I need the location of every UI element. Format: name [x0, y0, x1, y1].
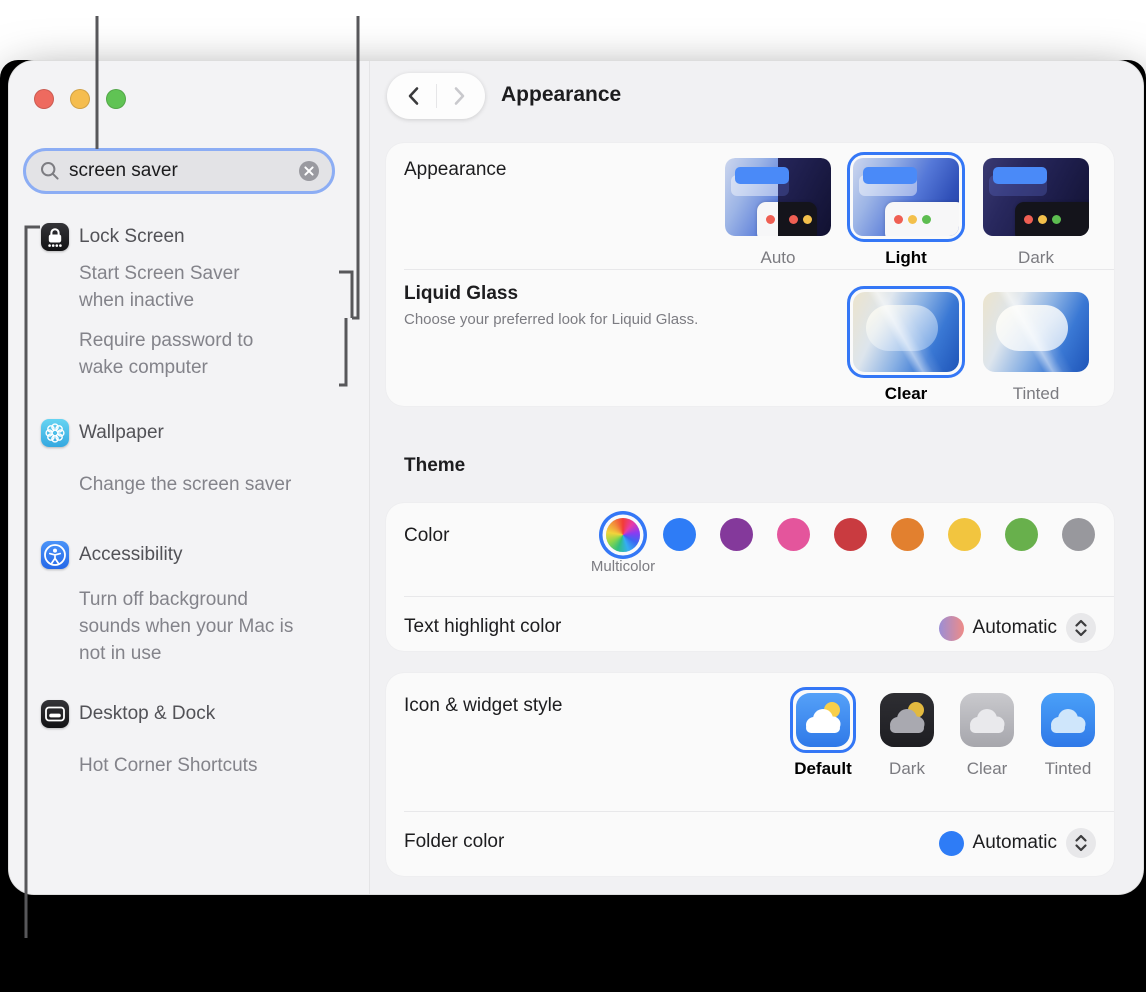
color-swatch-orange[interactable] [891, 518, 924, 551]
appearance-option-light[interactable]: Light [847, 152, 965, 268]
color-swatch-green[interactable] [1005, 518, 1038, 551]
color-swatch-pink[interactable] [777, 518, 810, 551]
sidebar-item-lock-screen[interactable]: Lock Screen [79, 223, 185, 251]
weather-icon-tinted [1041, 693, 1095, 747]
search-result-start-screen-saver[interactable]: Start Screen Saver when inactive [79, 260, 341, 314]
search-value[interactable]: screen saver [69, 160, 289, 182]
weather-icon-dark [880, 693, 934, 747]
appearance-row-label: Appearance [404, 159, 506, 181]
icon-style-card: Icon & widget style Default [386, 673, 1114, 876]
folder-color-swatch [939, 831, 964, 856]
color-swatch-blue[interactable] [663, 518, 696, 551]
theme-card: Color Multicolor Text highlight color Au… [386, 503, 1114, 651]
text-highlight-dropdown[interactable]: Automatic [939, 613, 1096, 643]
weather-icon-clear [960, 693, 1014, 747]
liquid-glass-option-tinted[interactable]: Tinted [977, 286, 1095, 404]
icon-style-option-default[interactable]: Default [790, 687, 856, 779]
theme-heading: Theme [404, 455, 465, 477]
search-result-change-screen-saver[interactable]: Change the screen saver [79, 471, 341, 498]
color-swatch-yellow[interactable] [948, 518, 981, 551]
page-title: Appearance [501, 83, 621, 107]
row-divider [404, 269, 1114, 270]
weather-icon-default [796, 693, 850, 747]
sidebar-item-wallpaper[interactable]: Wallpaper [79, 419, 164, 447]
text-highlight-value: Automatic [973, 617, 1057, 639]
system-settings-window: screen saver Lock Screen Start Screen Sa… [8, 60, 1144, 895]
color-swatch-multicolor[interactable] [606, 518, 640, 552]
search-result-require-password[interactable]: Require password to wake computer [79, 327, 341, 381]
back-icon[interactable] [402, 83, 428, 109]
appearance-option-dark[interactable]: Dark [977, 152, 1095, 268]
chevron-up-down-icon[interactable] [1066, 613, 1096, 643]
search-icon [40, 161, 60, 181]
nav-divider [436, 84, 437, 108]
selected-color-label: Multicolor [563, 558, 683, 575]
search-input[interactable]: screen saver [23, 148, 335, 194]
liquid-glass-description: Choose your preferred look for Liquid Gl… [404, 311, 698, 328]
appearance-option-auto[interactable]: Auto [719, 152, 837, 268]
row-divider [404, 596, 1114, 597]
color-swatch-purple[interactable] [720, 518, 753, 551]
icon-style-option-dark[interactable]: Dark [874, 687, 940, 779]
appearance-card: Appearance [386, 143, 1114, 406]
text-highlight-label: Text highlight color [404, 616, 561, 638]
folder-color-label: Folder color [404, 831, 504, 853]
folder-color-value: Automatic [973, 832, 1057, 854]
icon-style-label: Icon & widget style [404, 695, 562, 717]
sidebar-item-desktop-dock[interactable]: Desktop & Dock [79, 700, 215, 728]
color-swatch-red[interactable] [834, 518, 867, 551]
sidebar-item-accessibility[interactable]: Accessibility [79, 541, 182, 569]
zoom-button[interactable] [106, 89, 126, 109]
icon-style-option-tinted[interactable]: Tinted [1035, 687, 1101, 779]
search-result-turn-off-background-sounds[interactable]: Turn off background sounds when your Mac… [79, 586, 341, 667]
desktop-dock-icon [41, 700, 69, 728]
liquid-glass-option-clear[interactable]: Clear [847, 286, 965, 404]
minimize-button[interactable] [70, 89, 90, 109]
liquid-glass-label: Liquid Glass [404, 283, 518, 305]
search-result-hot-corner-shortcuts[interactable]: Hot Corner Shortcuts [79, 752, 341, 779]
close-button[interactable] [34, 89, 54, 109]
folder-color-dropdown[interactable]: Automatic [939, 828, 1096, 858]
lock-screen-icon [41, 223, 69, 251]
color-row-label: Color [404, 525, 449, 547]
color-swatch-gray[interactable] [1062, 518, 1095, 551]
clear-search-icon[interactable] [298, 160, 320, 182]
wallpaper-icon [41, 419, 69, 447]
chevron-up-down-icon[interactable] [1066, 828, 1096, 858]
icon-style-option-clear[interactable]: Clear [954, 687, 1020, 779]
row-divider [404, 811, 1114, 812]
text-highlight-swatch [939, 616, 964, 641]
accessibility-icon [41, 541, 69, 569]
navigation-buttons [387, 73, 485, 119]
forward-icon[interactable] [445, 83, 471, 109]
sidebar: screen saver Lock Screen Start Screen Sa… [9, 61, 370, 894]
